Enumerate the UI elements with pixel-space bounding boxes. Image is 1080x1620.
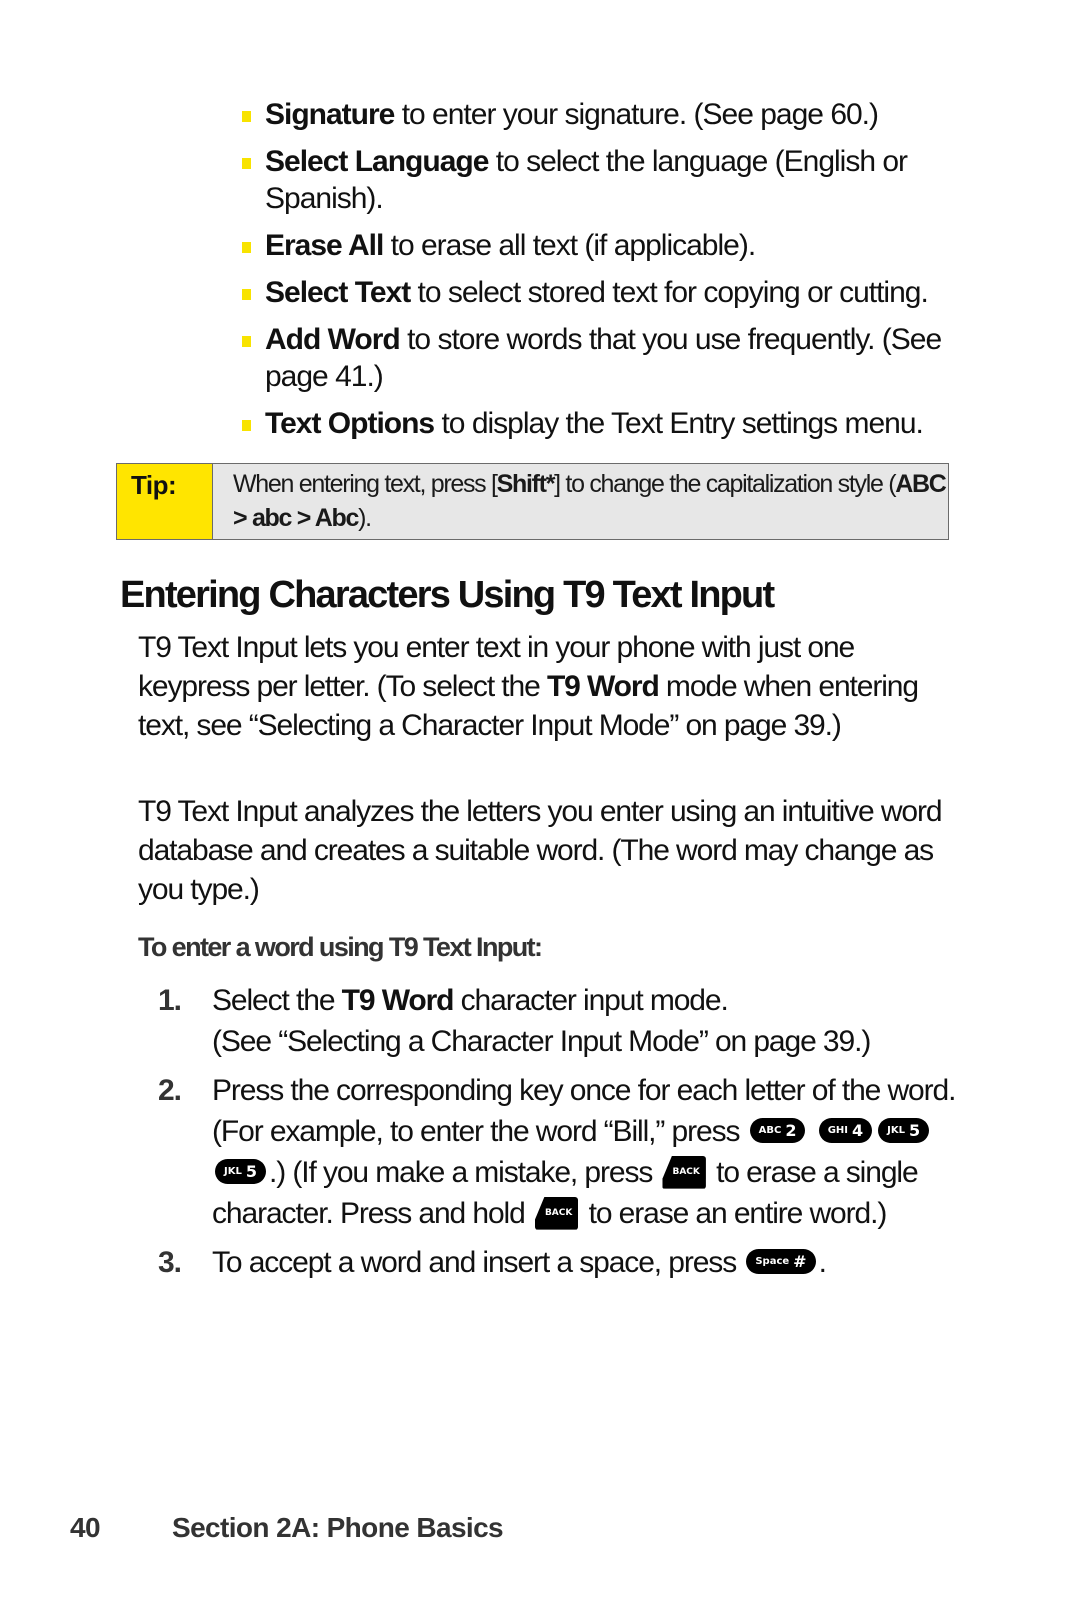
intro-paragraph: T9 Text Input lets you enter text in you… — [138, 628, 958, 745]
tip-box: Tip: When entering text, press [Shift*] … — [116, 463, 949, 540]
option-term: Add Word — [265, 323, 401, 356]
back-key-icon: BACK — [662, 1155, 706, 1189]
step-text: . — [818, 1246, 827, 1279]
bullet-square-icon — [242, 242, 251, 253]
step-item: 3. To accept a word and insert a space, … — [158, 1242, 958, 1283]
back-key-icon: BACK — [534, 1196, 579, 1230]
tip-text-part: ] to change the capitalization style ( — [554, 470, 896, 498]
key-label: BACK — [672, 1166, 700, 1177]
list-item: Erase All to erase all text (if applicab… — [242, 227, 982, 264]
list-item: Signature to enter your signature. (See … — [242, 96, 982, 133]
page-footer: 40 Section 2A: Phone Basics — [70, 1512, 504, 1544]
step-item: 2. Press the corresponding key once for … — [158, 1070, 958, 1234]
list-item: Add Word to store words that you use fre… — [242, 321, 982, 395]
bullet-square-icon — [242, 111, 251, 122]
page-number: 40 — [70, 1512, 101, 1543]
step-text: To accept a word and insert a space, pre… — [212, 1246, 744, 1279]
step-text: character input mode. — [453, 984, 729, 1017]
option-description: to select stored text for copying or cut… — [410, 276, 929, 309]
step-text: to erase an entire word.) — [581, 1197, 888, 1230]
key-digit: 5 — [909, 1120, 921, 1140]
option-term: Select Language — [265, 145, 489, 178]
mode-name: T9 Word — [341, 984, 455, 1017]
option-term: Erase All — [265, 229, 384, 262]
step-text: Select the — [212, 984, 342, 1017]
procedure-steps: 1. Select the T9 Word character input mo… — [158, 980, 958, 1291]
step-item: 1. Select the T9 Word character input mo… — [158, 980, 958, 1062]
key-digit: 2 — [785, 1120, 797, 1140]
text-entry-options-list: Signature to enter your signature. (See … — [242, 96, 982, 452]
option-description: to enter your signature. (See page 60.) — [394, 98, 879, 131]
tip-label: Tip: — [117, 464, 213, 539]
key-letters: GHI — [827, 1124, 849, 1136]
key-letters: Space — [755, 1255, 790, 1267]
key-digit: 4 — [852, 1120, 864, 1140]
option-description: to display the Text Entry settings menu. — [434, 407, 923, 440]
list-item: Select Text to select stored text for co… — [242, 274, 982, 311]
procedure-heading: To enter a word using T9 Text Input: — [138, 932, 543, 962]
step-number: 3. — [158, 1246, 182, 1279]
ghi-4-key-icon: GHI 4 — [818, 1117, 873, 1143]
key-letters: JKL — [224, 1165, 242, 1177]
step-number: 1. — [158, 984, 182, 1017]
option-term: Select Text — [265, 276, 411, 309]
space-key-icon: Space # — [746, 1248, 816, 1274]
key-letters: JKL — [887, 1124, 905, 1136]
option-term: Signature — [265, 98, 395, 131]
step-number: 2. — [158, 1074, 182, 1107]
bullet-square-icon — [242, 158, 251, 169]
tip-text-part: When entering text, press [ — [233, 470, 498, 498]
bullet-square-icon — [242, 420, 251, 431]
section-heading: Entering Characters Using T9 Text Input — [120, 574, 775, 616]
step-text: .) (If you make a mistake, press — [268, 1156, 660, 1189]
key-letters: ABC — [758, 1124, 782, 1136]
option-term: Text Options — [265, 407, 435, 440]
mode-name: T9 Word — [546, 670, 660, 703]
bullet-square-icon — [242, 289, 251, 300]
key-digit: 5 — [245, 1161, 257, 1181]
tip-text-part: ). — [358, 504, 372, 532]
step-reference: (See “Selecting a Character Input Mode” … — [212, 1025, 871, 1058]
key-digit: # — [793, 1251, 807, 1271]
key-label: BACK — [544, 1207, 573, 1218]
option-description: to erase all text (if applicable). — [383, 229, 757, 262]
jkl-5-key-icon: JKL 5 — [215, 1158, 266, 1184]
section-title: Section 2A: Phone Basics — [172, 1512, 504, 1543]
list-item: Select Language to select the language (… — [242, 143, 982, 217]
tip-text: When entering text, press [Shift*] to ch… — [213, 464, 948, 539]
analysis-paragraph: T9 Text Input analyzes the letters you e… — [138, 795, 943, 906]
bullet-square-icon — [242, 336, 251, 347]
abc-2-key-icon: ABC 2 — [749, 1117, 806, 1143]
shift-key-label: Shift* — [496, 470, 556, 498]
jkl-5-key-icon: JKL 5 — [878, 1117, 930, 1143]
list-item: Text Options to display the Text Entry s… — [242, 405, 982, 442]
